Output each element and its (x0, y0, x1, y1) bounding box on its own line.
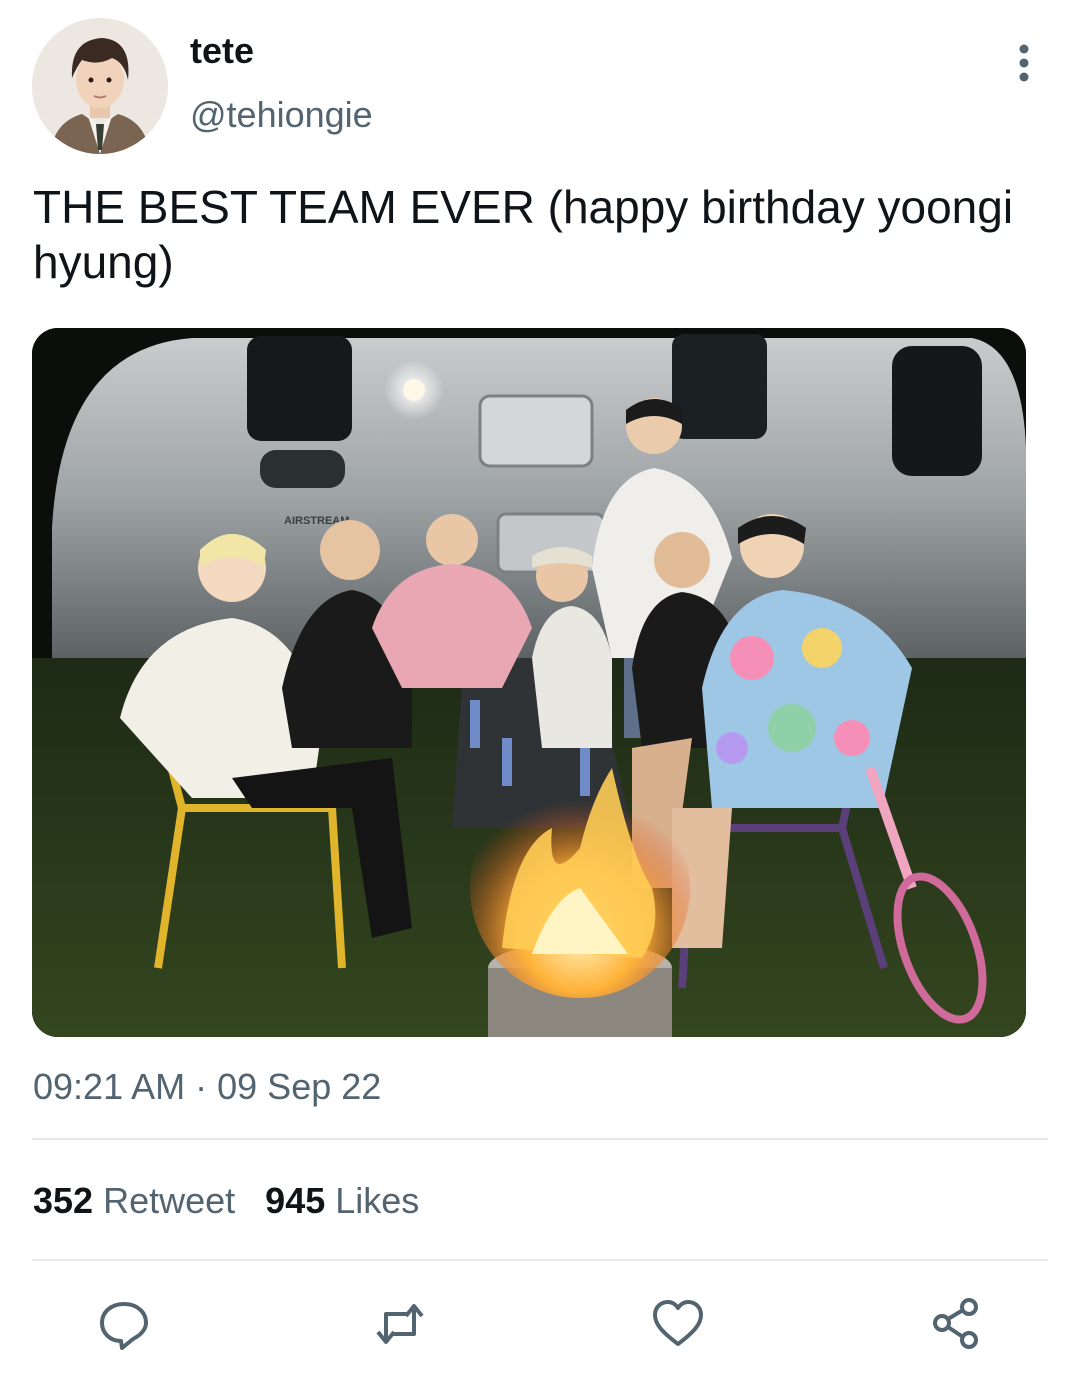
retweet-label: Retweet (103, 1180, 236, 1221)
tweet-time: 09:21 AM (33, 1066, 186, 1107)
user-handle[interactable]: @tehiongie (190, 94, 373, 136)
likes-count: 945 (265, 1180, 326, 1221)
retweet-stat[interactable]: 352 Retweet (33, 1180, 235, 1221)
share-icon[interactable] (929, 1296, 985, 1352)
engagement-stats: 352 Retweet 945 Likes (33, 1180, 419, 1222)
likes-label: Likes (335, 1180, 420, 1221)
tweet-timestamp[interactable]: 09:21 AM · 09 Sep 22 (33, 1066, 381, 1108)
tweet-date: 09 Sep 22 (217, 1066, 382, 1107)
divider (32, 1138, 1048, 1140)
tweet-photo[interactable]: AIRSTREAM (32, 328, 1026, 1037)
more-vertical-icon[interactable] (1006, 42, 1042, 84)
retweet-count: 352 (33, 1180, 94, 1221)
avatar[interactable] (32, 18, 168, 154)
like-icon[interactable] (650, 1296, 706, 1352)
likes-stat[interactable]: 945 Likes (265, 1180, 419, 1221)
tweet-text: THE BEST TEAM EVER (happy birthday yoong… (33, 181, 1014, 288)
reply-icon[interactable] (96, 1296, 152, 1352)
retweet-icon[interactable] (372, 1296, 428, 1352)
tweet-card: tete @tehiongie THE BEST TEAM EVER (happ… (0, 0, 1080, 1397)
timestamp-separator: · (195, 1066, 208, 1107)
divider (32, 1259, 1048, 1261)
display-name[interactable]: tete (190, 30, 254, 72)
